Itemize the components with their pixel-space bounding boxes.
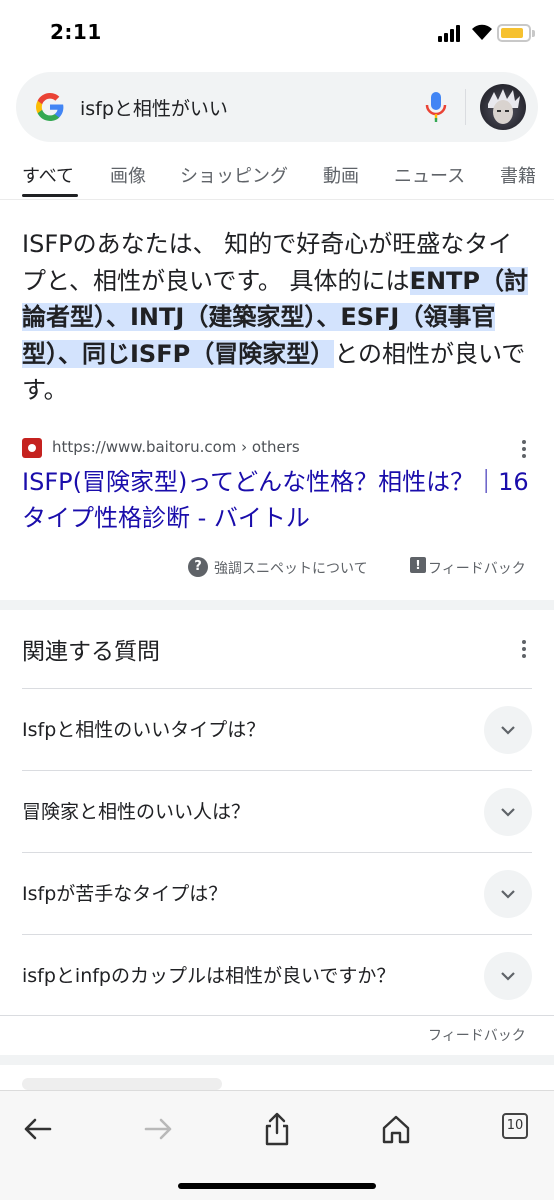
- about-featured-snippets-link[interactable]: 強調スニペットについて: [214, 558, 368, 578]
- home-icon: [382, 1115, 410, 1144]
- battery-icon: [497, 24, 531, 42]
- next-result-peek: [22, 1078, 222, 1090]
- search-results-page: 2:11 isfpと相性がいい すべて 画像 ショッピング 動画 ニュース 書籍…: [0, 0, 554, 1200]
- forward-arrow-icon: [144, 1118, 172, 1140]
- forward-button[interactable]: [138, 1109, 178, 1149]
- search-divider: [465, 89, 466, 125]
- expand-question-button[interactable]: [484, 952, 532, 1000]
- section-separator: [0, 600, 554, 610]
- tabs-button[interactable]: 10: [498, 1109, 538, 1149]
- snippet-footer: ? 強調スニペットについて ! フィードバック: [0, 554, 554, 580]
- search-tabs: すべて 画像 ショッピング 動画 ニュース 書籍: [0, 152, 554, 198]
- home-indicator: [178, 1183, 376, 1189]
- source-url: https://www.baitoru.com › others: [52, 438, 300, 456]
- related-question-text: 冒険家と相性のいい人は？: [22, 801, 251, 823]
- chevron-down-icon: [501, 808, 515, 817]
- chevron-down-icon: [501, 726, 515, 735]
- status-bar: 2:11: [0, 0, 554, 66]
- status-time: 2:11: [50, 20, 102, 44]
- wifi-icon: [472, 24, 492, 40]
- cellular-signal-icon: [438, 24, 464, 42]
- avatar[interactable]: [480, 84, 526, 130]
- related-question-text: isfpとinfpのカップルは相性が良いですか？: [22, 965, 396, 987]
- more-options-icon[interactable]: [522, 440, 526, 458]
- google-g-icon: [36, 93, 64, 121]
- battery-nub: [532, 30, 535, 37]
- related-questions-divider: [0, 1015, 554, 1016]
- related-question-item[interactable]: isfpとinfpのカップルは相性が良いですか？: [22, 934, 532, 1016]
- chevron-down-icon: [501, 972, 515, 981]
- expand-question-button[interactable]: [484, 870, 532, 918]
- related-question-text: Isfpと相性のいいタイプは？: [22, 719, 266, 741]
- related-question-item[interactable]: 冒険家と相性のいい人は？: [22, 770, 532, 852]
- share-icon: [265, 1112, 289, 1146]
- expand-question-button[interactable]: [484, 788, 532, 836]
- related-question-item[interactable]: Isfpと相性のいいタイプは？: [22, 688, 532, 770]
- share-button[interactable]: [257, 1109, 297, 1149]
- microphone-icon[interactable]: [424, 90, 448, 124]
- active-tab-indicator: [22, 194, 78, 197]
- featured-snippet-text: ISFPのあなたは、 知的で好奇心が旺盛なタイプと、相性が良いです。 具体的には…: [22, 226, 532, 409]
- home-button[interactable]: [376, 1109, 416, 1149]
- tabs-divider: [0, 199, 554, 200]
- result-title-link[interactable]: ISFP(冒険家型)ってどんな性格？相性は？｜16タイプ性格診断 - バイトル: [22, 464, 532, 536]
- section-separator: [0, 1055, 554, 1065]
- search-input[interactable]: isfpと相性がいい: [80, 94, 228, 121]
- tab-videos[interactable]: 動画: [323, 162, 359, 188]
- search-bar[interactable]: isfpと相性がいい: [16, 72, 538, 142]
- related-questions-title: 関連する質問: [22, 639, 160, 665]
- back-arrow-icon: [24, 1118, 52, 1140]
- tab-books[interactable]: 書籍: [500, 162, 536, 188]
- related-question-text: Isfpが苦手なタイプは？: [22, 883, 228, 905]
- tab-all[interactable]: すべて: [22, 162, 74, 188]
- related-feedback-link[interactable]: フィードバック: [428, 1025, 526, 1045]
- tabs-icon: 10: [502, 1113, 528, 1139]
- expand-question-button[interactable]: [484, 706, 532, 754]
- related-question-item[interactable]: Isfpが苦手なタイプは？: [22, 852, 532, 934]
- chevron-down-icon: [501, 890, 515, 899]
- tab-images[interactable]: 画像: [110, 162, 146, 188]
- back-button[interactable]: [18, 1109, 58, 1149]
- tab-shopping[interactable]: ショッピング: [180, 162, 288, 188]
- result-source[interactable]: https://www.baitoru.com › others: [22, 436, 532, 460]
- feedback-icon[interactable]: !: [410, 557, 426, 573]
- help-icon[interactable]: ?: [188, 557, 208, 577]
- feedback-link[interactable]: フィードバック: [428, 558, 526, 578]
- tab-news[interactable]: ニュース: [394, 162, 465, 188]
- related-more-options-icon[interactable]: [522, 640, 526, 658]
- site-favicon-icon: [22, 438, 42, 458]
